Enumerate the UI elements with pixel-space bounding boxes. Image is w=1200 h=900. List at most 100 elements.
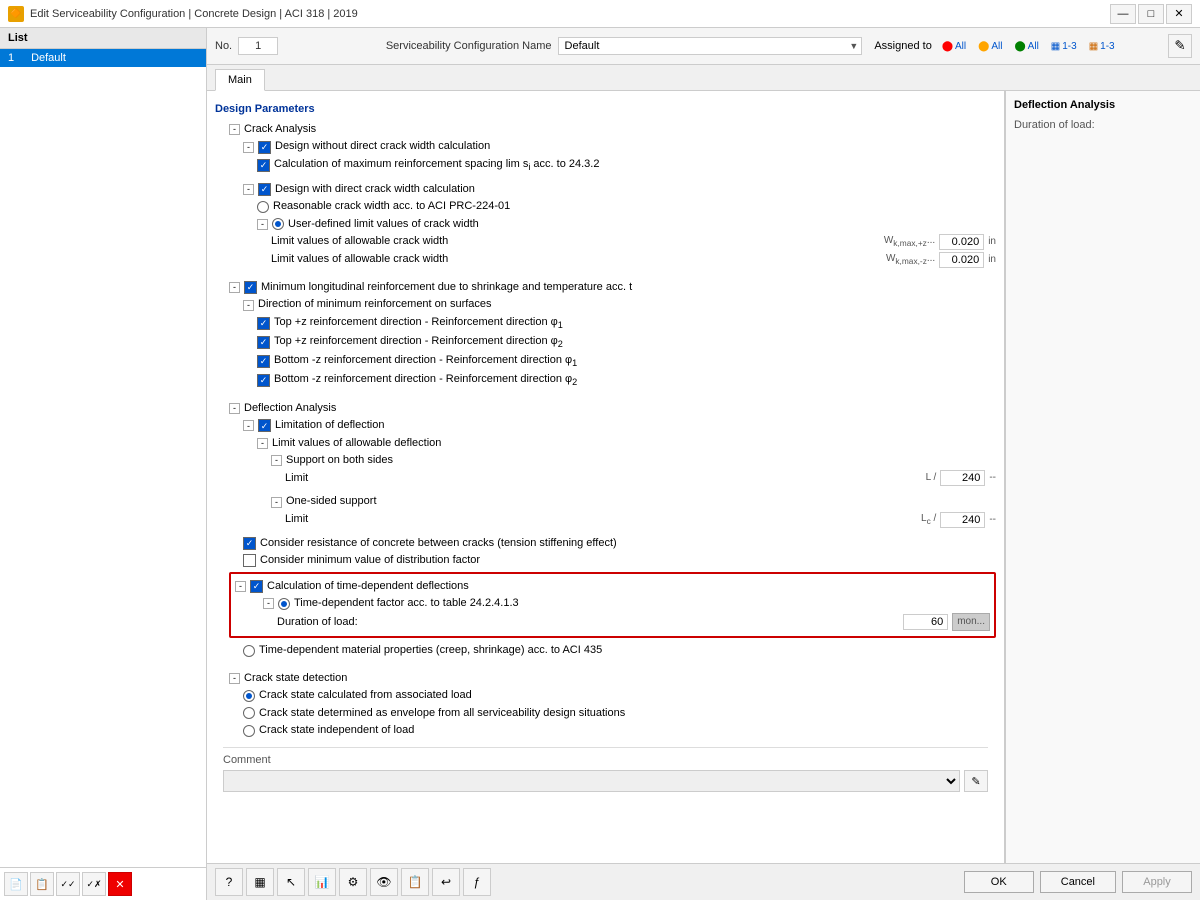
crack-independent-label: Crack state independent of load xyxy=(259,723,414,738)
direction-expand[interactable]: - xyxy=(243,300,254,311)
crack-assoc-label: Crack state calculated from associated l… xyxy=(259,688,472,703)
assigned-edit-button[interactable]: ✎ xyxy=(1168,34,1192,58)
factor-radio[interactable] xyxy=(278,598,290,610)
minimize-button[interactable]: — xyxy=(1110,4,1136,24)
dir-bot-z1-label: Bottom -z reinforcement direction - Rein… xyxy=(274,353,577,370)
crack-assoc-radio[interactable] xyxy=(243,690,255,702)
no-value: 1 xyxy=(238,37,278,55)
assigned-label: Assigned to xyxy=(874,40,931,52)
comment-select[interactable] xyxy=(223,770,960,792)
material-radio[interactable] xyxy=(243,645,255,657)
time-dep-checkbox[interactable] xyxy=(250,580,263,593)
cursor-button[interactable]: ↖ xyxy=(277,868,305,896)
sidebar-item-default[interactable]: 1 Default xyxy=(0,49,206,67)
one-sided-input[interactable] xyxy=(940,512,985,528)
config-name-label: Serviceability Configuration Name xyxy=(386,40,552,52)
material-row: Time-dependent material properties (cree… xyxy=(215,642,996,659)
new-config-button[interactable]: 📄 xyxy=(4,872,28,896)
ok-button[interactable]: OK xyxy=(964,871,1034,893)
limitation-expand[interactable]: - xyxy=(243,420,254,431)
cancel-button[interactable]: Cancel xyxy=(1040,871,1116,893)
apply-button[interactable]: Apply xyxy=(1122,871,1192,893)
support-both-limit-label: Limit xyxy=(285,471,308,486)
limit-values-expand[interactable]: - xyxy=(257,438,268,449)
dir-bot-z2-label: Bottom -z reinforcement direction - Rein… xyxy=(274,372,577,389)
help-button[interactable]: ? xyxy=(215,868,243,896)
comment-edit-button[interactable]: ✎ xyxy=(964,770,988,792)
copy-config-button[interactable]: 📋 xyxy=(30,872,54,896)
func-button[interactable]: ƒ xyxy=(463,868,491,896)
direct-expand[interactable]: - xyxy=(243,184,254,195)
assigned-badges: ⬤ All ⬤ All ⬤ All ▦ 1-3 ▦ 1-3 xyxy=(938,40,1162,53)
user-defined-radio[interactable] xyxy=(272,218,284,230)
crack-value-neg-input[interactable] xyxy=(939,252,984,268)
consider-minimum-checkbox[interactable] xyxy=(243,554,256,567)
crack-independent-radio[interactable] xyxy=(243,725,255,737)
max-spacing-row: Calculation of maximum reinforcement spa… xyxy=(215,156,996,175)
consider-resistance-label: Consider resistance of concrete between … xyxy=(260,536,617,551)
eye-button[interactable]: 👁 xyxy=(370,868,398,896)
consider-resistance-checkbox[interactable] xyxy=(243,537,256,550)
time-dep-row: - Calculation of time-dependent deflecti… xyxy=(235,578,990,595)
config-name-select[interactable]: Default xyxy=(558,37,863,55)
crack-value-pos-input[interactable] xyxy=(939,234,984,250)
direction-label-row: - Direction of minimum reinforcement on … xyxy=(215,296,996,313)
dir-top-z2-checkbox[interactable] xyxy=(257,336,270,349)
close-button[interactable]: ✕ xyxy=(1166,4,1192,24)
min-reinf-checkbox[interactable] xyxy=(244,281,257,294)
time-dep-expand[interactable]: - xyxy=(235,581,246,592)
time-dependent-highlight: - Calculation of time-dependent deflecti… xyxy=(229,572,996,639)
support-both-input[interactable] xyxy=(940,470,985,486)
one-sided-limit-value: Lc / -- xyxy=(921,512,996,528)
min-reinf-label: Minimum longitudinal reinforcement due t… xyxy=(261,280,632,295)
crack-state-expand[interactable]: - xyxy=(229,673,240,684)
deflection-expand[interactable]: - xyxy=(229,403,240,414)
bottom-area: ? ▦ ↖ 📊 ⚙ 👁 📋 ↩ ƒ OK Cancel Apply xyxy=(207,863,1200,900)
crack-state-section: - Crack state detection Crack state calc… xyxy=(215,670,996,740)
min-reinf-expand[interactable]: - xyxy=(229,282,240,293)
one-sided-expand[interactable]: - xyxy=(271,497,282,508)
factor-expand[interactable]: - xyxy=(263,598,274,609)
limit-values-label: Limit values of allowable deflection xyxy=(272,436,441,451)
reasonable-radio[interactable] xyxy=(257,201,269,213)
duration-input[interactable] xyxy=(903,614,948,630)
dir-top-z1-checkbox[interactable] xyxy=(257,317,270,330)
one-sided-unit: -- xyxy=(989,513,996,527)
doc-button[interactable]: 📋 xyxy=(401,868,429,896)
check1-button[interactable]: ✓✓ xyxy=(56,872,80,896)
support-both-label: Support on both sides xyxy=(286,453,393,468)
comment-row: ✎ xyxy=(223,770,988,792)
limit-values-row: - Limit values of allowable deflection xyxy=(215,435,996,452)
dir-bot-z2-row: Bottom -z reinforcement direction - Rein… xyxy=(215,371,996,390)
support-both-expand[interactable]: - xyxy=(271,455,282,466)
dir-bot-z2-checkbox[interactable] xyxy=(257,374,270,387)
grid-button[interactable]: ▦ xyxy=(246,868,274,896)
analysis-button[interactable]: 📊 xyxy=(308,868,336,896)
right-panel: No. 1 Serviceability Configuration Name … xyxy=(207,28,1200,900)
dir-bot-z1-row: Bottom -z reinforcement direction - Rein… xyxy=(215,352,996,371)
crack-key-pos: Wk,max,+z... xyxy=(884,234,935,250)
form-panel: Design Parameters - Crack Analysis - Des… xyxy=(207,91,1005,863)
limitation-checkbox[interactable] xyxy=(258,419,271,432)
delete-config-button[interactable]: ✕ xyxy=(108,872,132,896)
dir-bot-z1-checkbox[interactable] xyxy=(257,355,270,368)
no-direct-expand[interactable]: - xyxy=(243,142,254,153)
check2-button[interactable]: ✓✗ xyxy=(82,872,106,896)
tab-main[interactable]: Main xyxy=(215,69,265,91)
bottom-combined: ? ▦ ↖ 📊 ⚙ 👁 📋 ↩ ƒ OK Cancel Apply xyxy=(207,864,1200,900)
undo-button[interactable]: ↩ xyxy=(432,868,460,896)
direct-checkbox[interactable] xyxy=(258,183,271,196)
user-defined-expand[interactable]: - xyxy=(257,219,268,230)
time-dep-label: Calculation of time-dependent deflection… xyxy=(267,579,469,594)
badge-blue1: ▦ 1-3 xyxy=(1047,40,1081,53)
no-direct-checkbox[interactable] xyxy=(258,141,271,154)
max-spacing-checkbox[interactable] xyxy=(257,159,270,172)
consider-resistance-row: Consider resistance of concrete between … xyxy=(215,535,996,552)
dir-top-z1-row: Top +z reinforcement direction - Reinfor… xyxy=(215,314,996,333)
crack-analysis-expand[interactable]: - xyxy=(229,124,240,135)
maximize-button[interactable]: □ xyxy=(1138,4,1164,24)
assigned-field: Assigned to ⬤ All ⬤ All ⬤ All ▦ 1-3 ▦ 1-… xyxy=(874,34,1192,58)
one-sided-limit-row: Limit Lc / -- xyxy=(215,511,996,529)
crack-envelope-radio[interactable] xyxy=(243,707,255,719)
settings-button[interactable]: ⚙ xyxy=(339,868,367,896)
